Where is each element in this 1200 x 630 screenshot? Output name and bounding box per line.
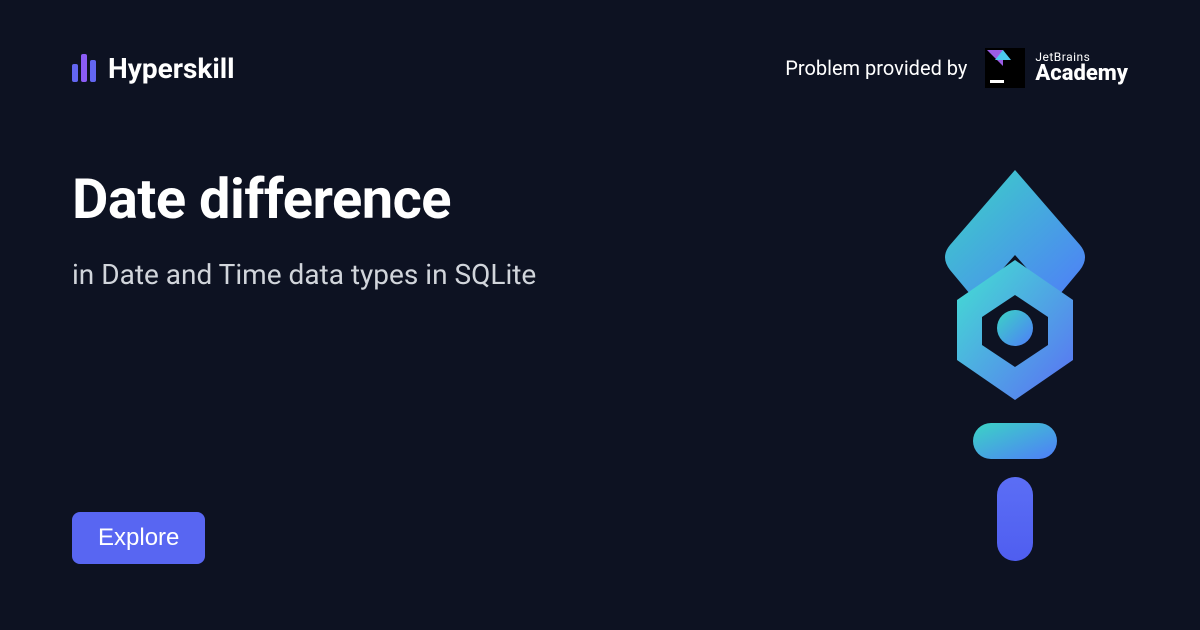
provided-by-label: Problem provided by xyxy=(785,56,967,80)
page-subtitle: in Date and Time data types in SQLite xyxy=(72,258,536,291)
explore-button[interactable]: Explore xyxy=(72,512,205,564)
partner-block: Problem provided by JetBrains Academy xyxy=(785,48,1128,88)
hyperskill-icon xyxy=(72,54,96,82)
partner-line2: Academy xyxy=(1035,63,1128,85)
brand-name: Hyperskill xyxy=(108,52,235,85)
pen-nib-icon xyxy=(925,165,1105,565)
jetbrains-icon xyxy=(985,48,1025,88)
page-title: Date difference xyxy=(72,166,536,232)
jetbrains-academy-logo[interactable]: JetBrains Academy xyxy=(985,48,1128,88)
header: Hyperskill Problem provided by JetBrains… xyxy=(0,0,1200,88)
hyperskill-logo[interactable]: Hyperskill xyxy=(72,52,235,85)
